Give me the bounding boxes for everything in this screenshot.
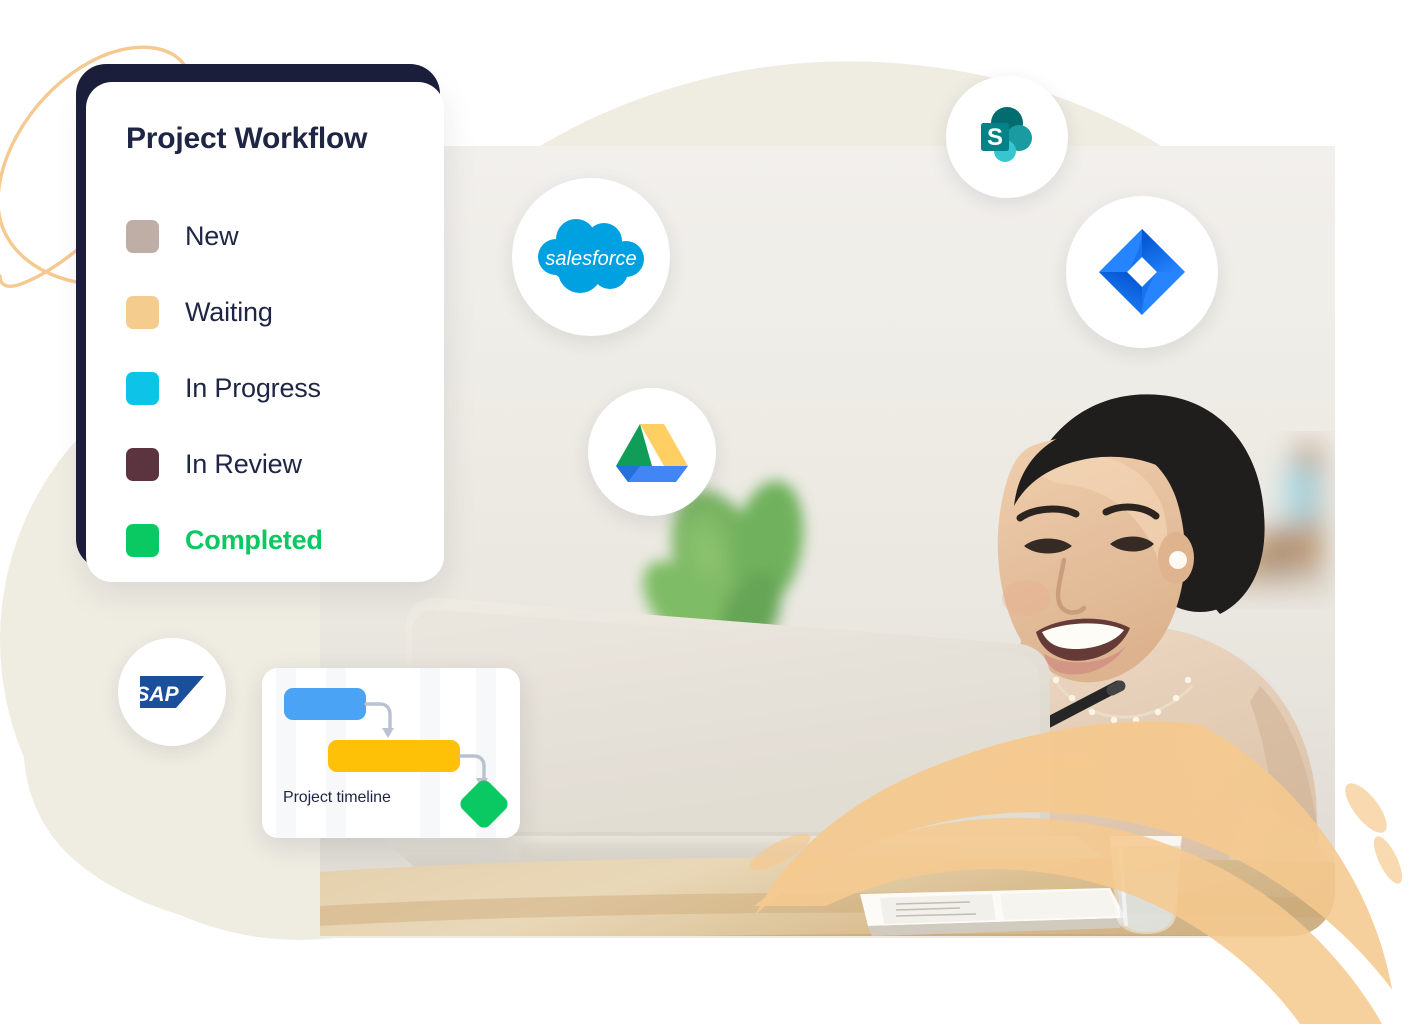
app-badge-sharepoint[interactable]: S: [946, 76, 1068, 198]
status-swatch-new: [126, 219, 159, 253]
status-swatch-in-review: [126, 447, 159, 481]
status-swatch-completed: [126, 523, 159, 557]
list-item[interactable]: New: [126, 198, 426, 274]
jira-icon: [1099, 229, 1185, 315]
project-timeline-card: Project timeline: [262, 668, 520, 838]
list-item[interactable]: Waiting: [126, 274, 426, 350]
status-label-new: New: [185, 220, 239, 251]
timeline-label: Project timeline: [283, 789, 391, 806]
workflow-legend-list: New Waiting In Progress In Review Comple…: [126, 198, 426, 578]
illustration-stage: Project Workflow New Waiting In Progress…: [0, 0, 1408, 1024]
app-badge-google-drive[interactable]: [588, 388, 716, 516]
app-badge-salesforce[interactable]: salesforce: [512, 178, 670, 336]
svg-text:salesforce: salesforce: [545, 248, 636, 270]
list-item[interactable]: In Progress: [126, 350, 426, 426]
project-workflow-card: Project Workflow New Waiting In Progress…: [86, 82, 444, 582]
milestone-diamond[interactable]: [262, 668, 520, 838]
status-swatch-waiting: [126, 295, 159, 329]
app-badge-sap[interactable]: SAP: [118, 638, 226, 746]
sap-icon: SAP: [140, 676, 204, 708]
status-swatch-in-progress: [126, 371, 159, 405]
status-label-completed: Completed: [185, 524, 323, 555]
sharepoint-icon: S: [981, 107, 1032, 162]
app-badge-jira[interactable]: [1066, 196, 1218, 348]
status-label-in-review: In Review: [185, 448, 302, 479]
list-item[interactable]: In Review: [126, 426, 426, 502]
list-item[interactable]: Completed: [126, 502, 426, 578]
status-label-in-progress: In Progress: [185, 372, 321, 403]
google-drive-icon: [616, 424, 688, 482]
page-title: Project Workflow: [126, 122, 368, 155]
svg-text:SAP: SAP: [140, 683, 180, 706]
svg-text:S: S: [987, 124, 1003, 151]
status-label-waiting: Waiting: [185, 296, 273, 327]
salesforce-icon: salesforce: [538, 219, 644, 293]
